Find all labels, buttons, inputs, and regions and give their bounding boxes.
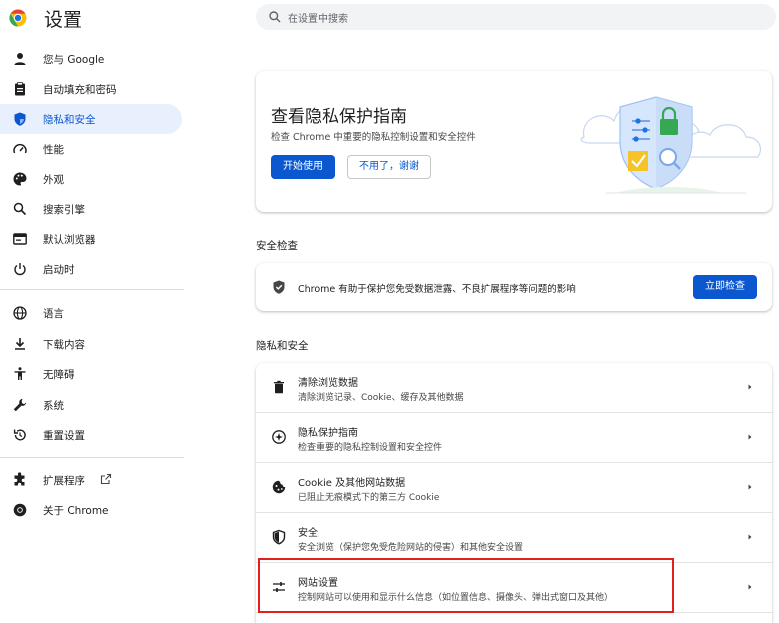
sidebar-item-privacy[interactable]: 隐私和安全 [0, 104, 182, 134]
sidebar-item-accessibility[interactable]: 无障碍 [0, 359, 182, 389]
compass-icon [272, 430, 286, 444]
trash-icon [274, 380, 284, 394]
sidebar-item-system[interactable]: 系统 [0, 390, 182, 420]
highlight-box [258, 558, 674, 613]
sidebar-item-label: 重置设置 [43, 430, 85, 442]
sidebar-divider [0, 289, 184, 290]
sidebar-item-about-chrome[interactable]: 关于 Chrome [0, 495, 182, 525]
privacy-guide-promo-card: 查看隐私保护指南 检查 Chrome 中重要的隐私控制设置和安全控件 开始使用 … [256, 71, 772, 212]
list-item-security[interactable]: 安全 安全浏览（保护您免受危险网站的侵害）和其他安全设置 [256, 513, 772, 562]
sidebar-item-downloads[interactable]: 下载内容 [0, 329, 182, 359]
sidebar-item-label: 系统 [43, 400, 64, 412]
list-item-title: 清除浏览数据 [298, 378, 358, 389]
sidebar-item-extensions[interactable]: 扩展程序 [0, 465, 182, 495]
safety-check-heading: 安全检查 [256, 240, 298, 252]
external-link-icon [100, 473, 112, 485]
chevron-right-icon [748, 584, 752, 590]
clipboard-icon [15, 82, 25, 96]
sidebar-item-search-engine[interactable]: 搜索引擎 [0, 194, 182, 224]
sidebar-item-on-startup[interactable]: 启动时 [0, 254, 182, 284]
chrome-icon [13, 503, 27, 517]
check-now-button[interactable]: 立即检查 [693, 275, 757, 299]
download-icon [15, 338, 25, 350]
sidebar-item-label: 关于 Chrome [43, 505, 109, 517]
list-item-subtitle: 清除浏览记录、Cookie、缓存及其他数据 [298, 393, 464, 403]
sidebar-item-label: 您与 Google [43, 54, 105, 66]
list-item-subtitle: 检查重要的隐私控制设置和安全控件 [298, 443, 443, 453]
list-item-subtitle: 安全浏览（保护您免受危险网站的侵害）和其他安全设置 [298, 543, 524, 553]
cookie-icon [272, 480, 286, 494]
chevron-right-icon [748, 434, 752, 440]
reset-icon [13, 429, 26, 441]
shield-check-icon [273, 280, 285, 294]
browser-window-icon [13, 233, 27, 245]
sidebar-item-label: 性能 [43, 144, 64, 156]
list-item-title: 隐私保护指南 [298, 428, 358, 439]
search-input[interactable]: 在设置中搜索 [256, 4, 776, 30]
sidebar-item-label: 自动填充和密码 [43, 84, 117, 96]
list-item-title: Cookie 及其他网站数据 [298, 478, 406, 489]
dismiss-button[interactable]: 不用了，谢谢 [347, 155, 431, 179]
list-item-subtitle: 已阻止无痕模式下的第三方 Cookie [298, 493, 440, 503]
sidebar-divider [0, 457, 184, 458]
sidebar-item-label: 外观 [43, 174, 64, 186]
list-item-clear-browsing-data[interactable]: 清除浏览数据 清除浏览记录、Cookie、缓存及其他数据 [256, 363, 772, 412]
privacy-section-heading: 隐私和安全 [256, 340, 309, 352]
sidebar-item-label: 搜索引擎 [43, 204, 85, 216]
wrench-icon [13, 398, 27, 412]
page-title: 设置 [44, 9, 83, 31]
list-item-cookies[interactable]: Cookie 及其他网站数据 已阻止无痕模式下的第三方 Cookie [256, 463, 772, 512]
chrome-logo-icon [9, 9, 27, 27]
accessibility-icon [14, 367, 26, 380]
sidebar-item-autofill[interactable]: 自动填充和密码 [0, 74, 182, 104]
chevron-right-icon [748, 384, 752, 390]
globe-icon [13, 306, 27, 320]
safety-check-card: Chrome 有助于保护您免受数据泄露、不良扩展程序等问题的影响 立即检查 [256, 263, 772, 311]
sidebar-item-languages[interactable]: 语言 [0, 298, 182, 328]
start-button[interactable]: 开始使用 [271, 155, 335, 179]
shield-icon [272, 529, 286, 545]
sidebar-item-label: 默认浏览器 [43, 234, 96, 246]
sidebar-item-appearance[interactable]: 外观 [0, 164, 182, 194]
chevron-right-icon [748, 534, 752, 540]
sidebar-item-reset-settings[interactable]: 重置设置 [0, 420, 182, 450]
palette-icon [13, 172, 27, 186]
chevron-right-icon [748, 484, 752, 490]
app-header: 设置 在设置中搜索 [0, 0, 779, 36]
search-icon [13, 202, 27, 216]
promo-description: 检查 Chrome 中重要的隐私控制设置和安全控件 [271, 132, 476, 143]
search-icon [269, 11, 281, 23]
sidebar-item-performance[interactable]: 性能 [0, 134, 182, 164]
speedometer-icon [13, 143, 27, 154]
puzzle-icon [14, 472, 25, 486]
sidebar-item-label: 启动时 [43, 264, 75, 276]
list-item-privacy-guide[interactable]: 隐私保护指南 检查重要的隐私控制设置和安全控件 [256, 413, 772, 462]
sidebar-item-label: 无障碍 [43, 369, 75, 381]
list-item-title: 安全 [298, 528, 318, 539]
sidebar-item-you-and-google[interactable]: 您与 Google [0, 44, 182, 74]
safety-check-description: Chrome 有助于保护您免受数据泄露、不良扩展程序等问题的影响 [298, 284, 576, 295]
sidebar-item-label: 语言 [43, 308, 64, 320]
promo-title: 查看隐私保护指南 [271, 107, 407, 127]
privacy-shield-illustration [580, 96, 761, 194]
person-icon [14, 53, 26, 65]
sidebar-item-label: 扩展程序 [43, 475, 85, 487]
search-placeholder: 在设置中搜索 [288, 14, 348, 25]
sidebar-item-label: 下载内容 [43, 339, 85, 351]
sidebar-item-label: 隐私和安全 [43, 114, 96, 126]
power-icon [14, 263, 26, 276]
sidebar-item-default-browser[interactable]: 默认浏览器 [0, 224, 182, 254]
shield-icon [14, 112, 26, 126]
